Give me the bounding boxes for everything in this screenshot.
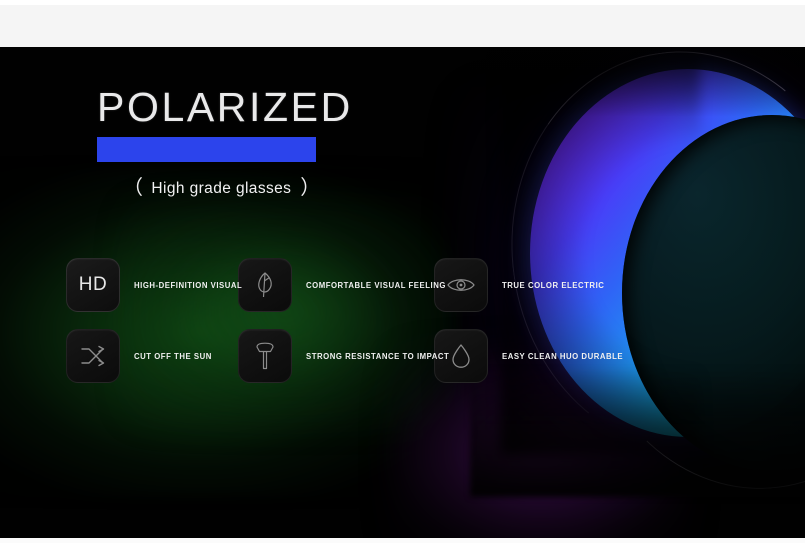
feature-grid: HD HIGH-DEFINITION VISUAL COMFORTABLE VI… <box>66 258 726 383</box>
hd-icon-text: HD <box>78 274 108 295</box>
shuffle-icon <box>66 329 120 383</box>
subtitle-text: High grade glasses <box>151 180 292 197</box>
feature-row: CUT OFF THE SUN STRONG RESISTANCE TO IMP… <box>66 329 726 383</box>
paren-left-glyph: （ <box>123 177 144 199</box>
paren-right-glyph: ） <box>300 177 321 199</box>
feature-item-true-color[interactable]: TRUE COLOR ELECTRIC <box>434 258 634 312</box>
feature-item-easy-clean[interactable]: EASY CLEAN HUO DURABLE <box>434 329 634 383</box>
hd-icon: HD <box>66 258 120 312</box>
hammer-icon <box>238 329 292 383</box>
page-title: POLARIZED <box>97 84 353 130</box>
leaf-icon <box>238 258 292 312</box>
feature-item-comfort[interactable]: COMFORTABLE VISUAL FEELING <box>238 258 445 312</box>
feature-item-hd[interactable]: HD HIGH-DEFINITION VISUAL <box>66 258 242 312</box>
feature-item-cut-off-sun[interactable]: CUT OFF THE SUN <box>66 329 238 383</box>
banner-stage: POLARIZED （ High grade glasses ） HD HIGH-D… <box>0 47 805 538</box>
feature-label: STRONG RESISTANCE TO IMPACT <box>306 351 450 361</box>
feature-label: COMFORTABLE VISUAL FEELING <box>306 280 446 290</box>
subtitle: （ High grade glasses ） <box>97 171 353 200</box>
feature-label: CUT OFF THE SUN <box>134 351 212 361</box>
feature-label: HIGH-DEFINITION VISUAL <box>134 280 243 290</box>
feature-label: TRUE COLOR ELECTRIC <box>502 280 605 290</box>
feature-item-impact[interactable]: STRONG RESISTANCE TO IMPACT <box>238 329 449 383</box>
accent-bar <box>97 137 316 162</box>
feature-label: EASY CLEAN HUO DURABLE <box>502 351 624 361</box>
product-banner-page: POLARIZED （ High grade glasses ） HD HIGH-D… <box>0 0 805 543</box>
top-gray-bar <box>0 5 805 47</box>
headline-block: POLARIZED （ High grade glasses ） <box>97 85 353 200</box>
feature-row: HD HIGH-DEFINITION VISUAL COMFORTABLE VI… <box>66 258 726 312</box>
bottom-white-strip <box>0 538 805 543</box>
